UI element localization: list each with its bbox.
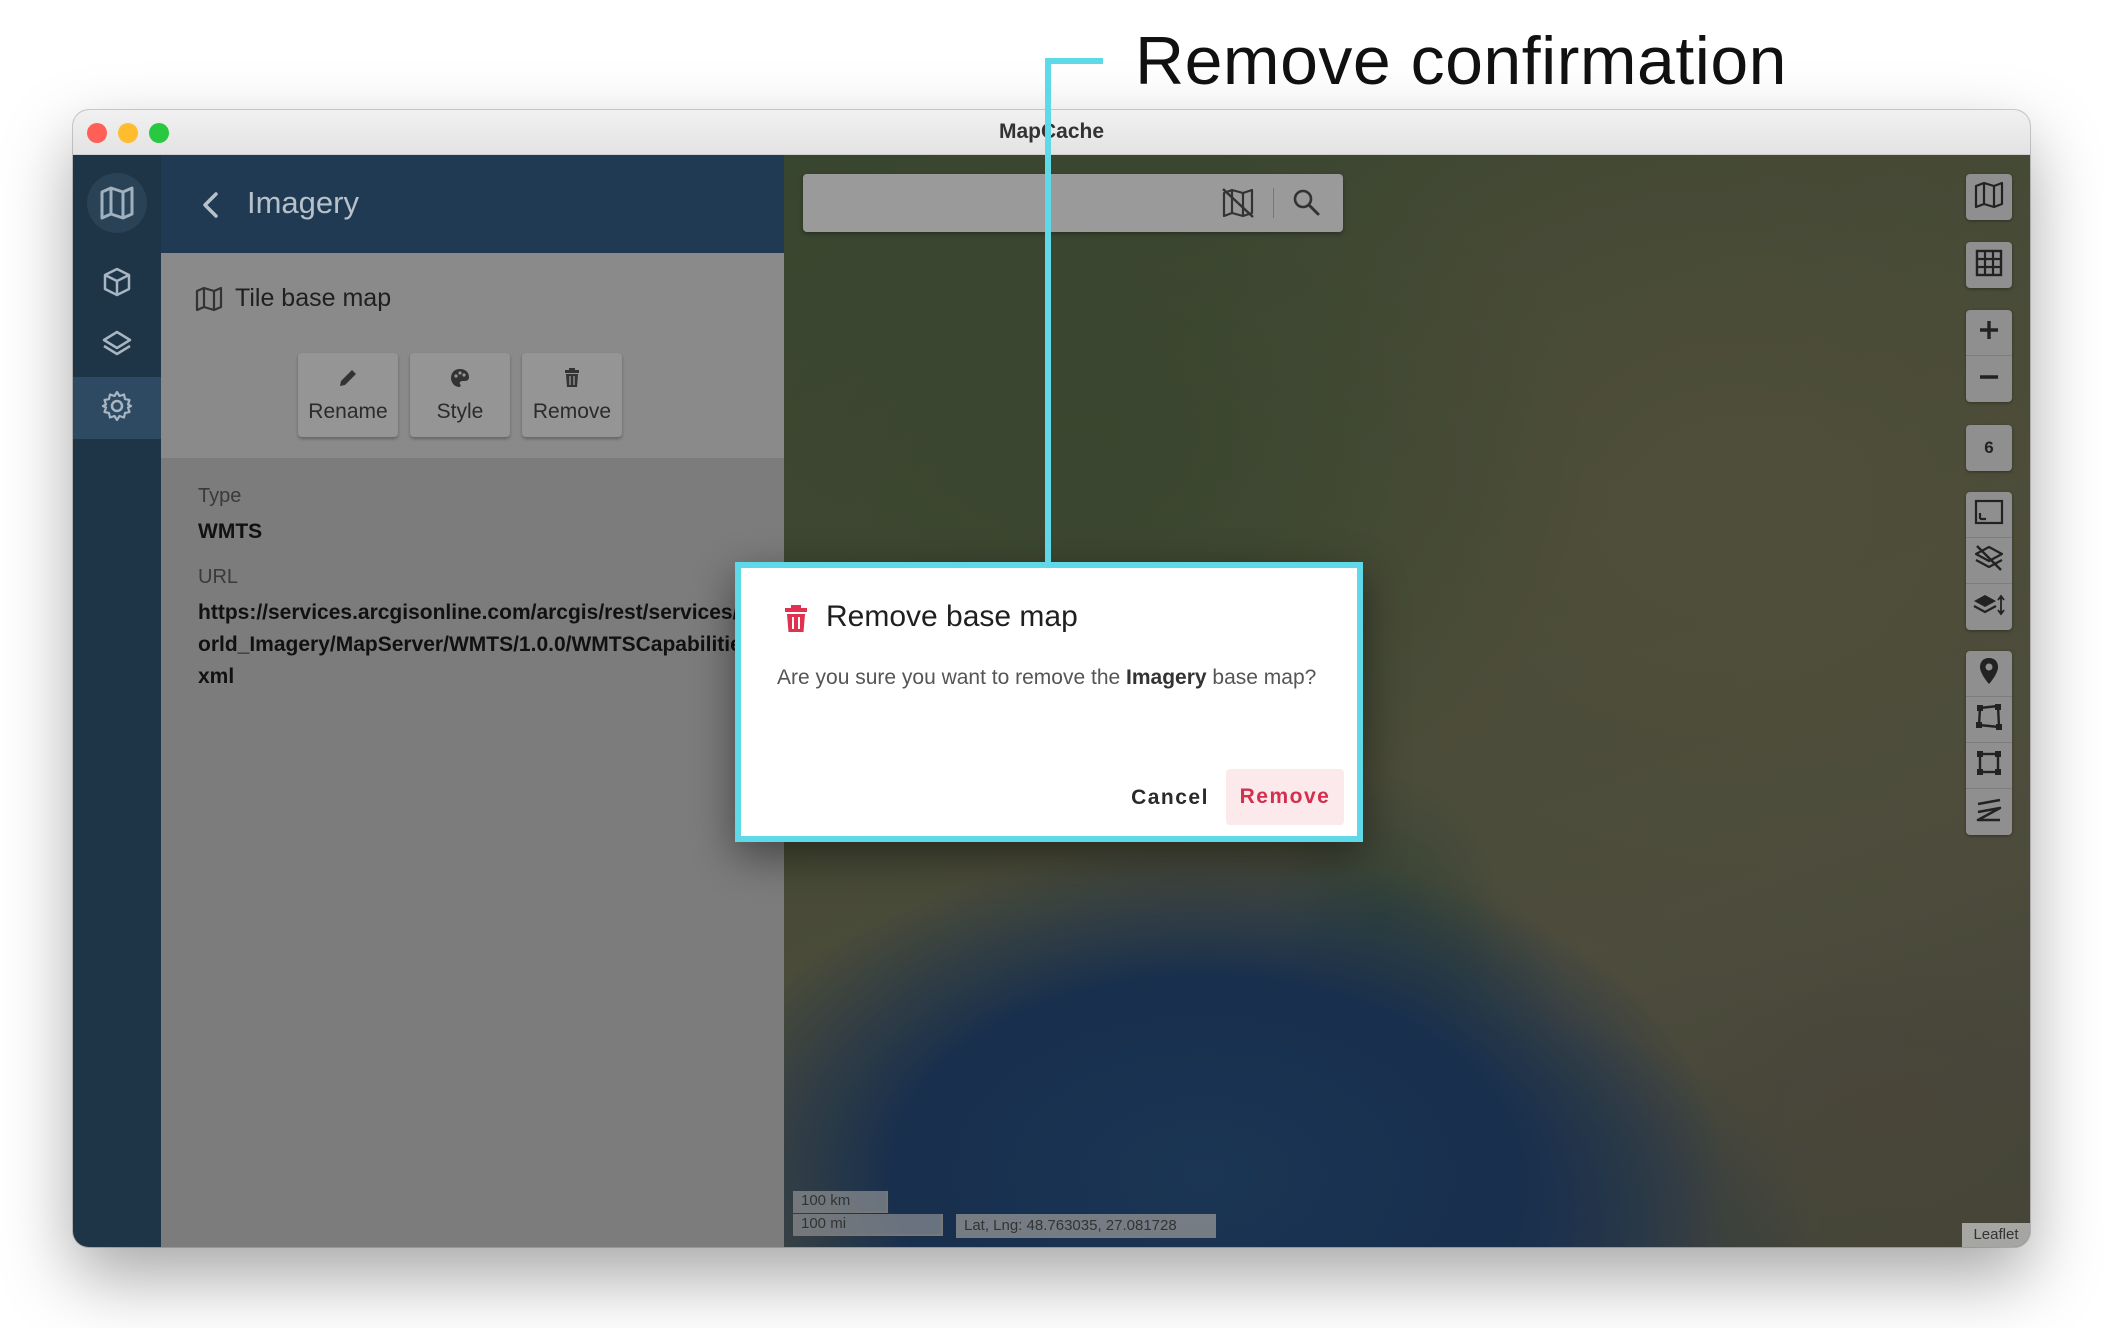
clear-layers-button[interactable] [1966, 538, 2012, 584]
search-divider [1273, 188, 1274, 218]
draw-line-button[interactable] [1966, 789, 2012, 835]
window-title: MapCache [998, 120, 1105, 143]
cube-icon [101, 266, 133, 303]
card-title: Tile base map [235, 284, 392, 312]
type-label: Type [198, 485, 242, 507]
search-icon[interactable] [1291, 187, 1321, 222]
fit-bounds-icon [1974, 499, 2004, 530]
annotation-line [1045, 58, 1051, 563]
rename-button[interactable]: Rename [298, 353, 398, 437]
style-button[interactable]: Style [410, 353, 510, 437]
map-logo-icon[interactable] [87, 173, 147, 233]
pencil-icon [337, 367, 359, 394]
base-map-card: Tile base map Rename Style Remove [161, 253, 784, 458]
rail-item-layers[interactable] [73, 315, 161, 377]
zoom-in-button[interactable] [1966, 310, 2012, 356]
coordinate-readout: Lat, Lng: 48.763035, 27.081728 [956, 1214, 1216, 1238]
draw-point-button[interactable] [1966, 651, 2012, 697]
scale-km: 100 km [793, 1191, 888, 1213]
drawing-tools [1966, 651, 2012, 835]
polygon-icon [1975, 703, 2003, 736]
grid-icon [1974, 248, 2004, 283]
gear-icon [100, 389, 134, 428]
minus-icon [1977, 365, 2001, 394]
confirm-remove-button[interactable]: Remove [1226, 769, 1344, 825]
attribution-link[interactable]: Leaflet [1962, 1223, 2030, 1247]
remove-label: Remove [532, 399, 612, 423]
page-title: Imagery [247, 185, 359, 220]
zoom-level: 6 [1984, 438, 1994, 457]
scale-mi: 100 mi [793, 1214, 943, 1236]
polyline-icon [1975, 796, 2003, 829]
layers-icon [101, 328, 133, 365]
dialog-message: Are you sure you want to remove the Imag… [777, 660, 1317, 695]
dialog-message-layer-name: Imagery [1126, 666, 1207, 689]
back-button[interactable] [191, 185, 231, 225]
style-label: Style [436, 399, 484, 423]
layers-sort-icon [1973, 592, 2005, 623]
cancel-button[interactable]: Cancel [1111, 772, 1229, 824]
annotation-line [1045, 58, 1103, 64]
plus-icon [1977, 318, 2001, 347]
type-value: WMTS [198, 520, 263, 543]
grid-toggle-button[interactable] [1966, 242, 2012, 288]
rectangle-icon [1975, 749, 2003, 782]
title-bar: MapCache [73, 110, 2030, 155]
map-marker-icon [1977, 656, 2001, 691]
draw-rectangle-button[interactable] [1966, 743, 2012, 789]
dialog-title: Remove base map [826, 600, 1078, 633]
annotation-title: Remove confirmation [1135, 23, 1787, 99]
zoom-out-button[interactable] [1966, 356, 2012, 402]
search-bar[interactable] [803, 174, 1343, 232]
base-map-details: Type WMTS URL https://services.arcgisonl… [198, 485, 768, 693]
reorder-layers-button[interactable] [1966, 584, 2012, 630]
draw-polygon-button[interactable] [1966, 697, 2012, 743]
layer-tools [1966, 492, 2012, 630]
url-value: https://services.arcgisonline.com/arcgis… [198, 601, 760, 688]
fit-bounds-button[interactable] [1966, 492, 2012, 538]
map-icon [1974, 181, 2004, 214]
zoom-level-indicator: 6 [1966, 425, 2012, 471]
trash-icon [562, 367, 582, 394]
rail-item-settings[interactable] [73, 377, 161, 439]
url-label: URL [198, 566, 239, 588]
dialog-message-start: Are you sure you want to remove the [777, 666, 1127, 689]
palette-icon [449, 367, 471, 394]
zoom-control [1966, 310, 2012, 402]
rail-item-projects[interactable] [73, 253, 161, 315]
base-map-panel: Imagery Tile base map Rename Style Remov… [161, 155, 784, 1247]
remove-confirmation-dialog: Remove base map Are you sure you want to… [735, 562, 1363, 842]
dialog-message-end: base map? [1206, 666, 1317, 689]
map-off-icon[interactable] [1221, 187, 1255, 224]
basemap-toggle-button[interactable] [1966, 174, 2012, 220]
layers-off-icon [1974, 544, 2004, 577]
trash-icon [783, 604, 809, 639]
map-icon [195, 286, 223, 317]
nav-rail [73, 155, 161, 1247]
rename-label: Rename [308, 399, 388, 423]
chevron-left-icon [191, 192, 231, 229]
remove-button[interactable]: Remove [522, 353, 622, 437]
panel-header: Imagery [161, 155, 784, 253]
